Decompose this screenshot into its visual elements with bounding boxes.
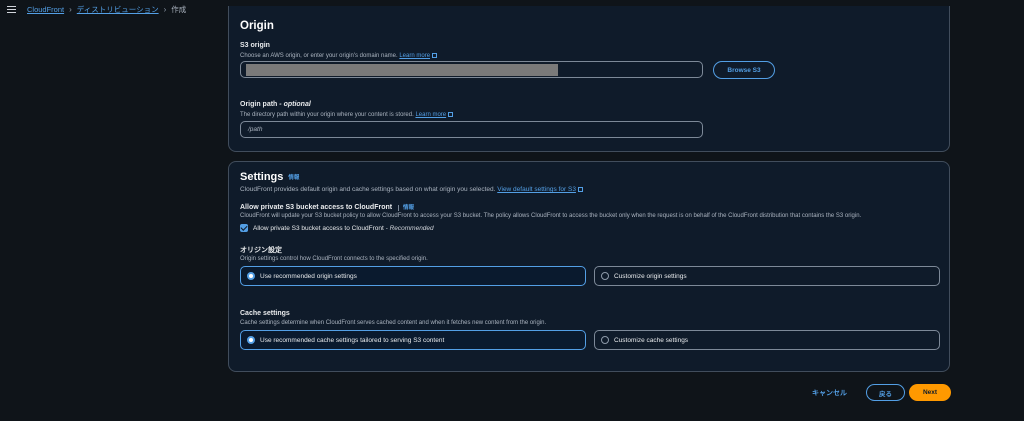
private-access-label: Allow private S3 bucket access to CloudF…: [240, 204, 415, 211]
s3-origin-description: Choose an AWS origin, or enter your orig…: [240, 52, 438, 59]
radio-icon: [601, 336, 609, 344]
radio-selected-icon: [247, 272, 255, 280]
external-link-icon: [577, 186, 583, 192]
settings-title: Settings 情報: [240, 171, 300, 183]
private-access-checkbox-label: Allow private S3 bucket access to CloudF…: [253, 225, 434, 232]
breadcrumb-distributions[interactable]: ディストリビューション: [77, 4, 159, 15]
chevron-right-icon: ›: [69, 5, 72, 14]
browse-s3-button[interactable]: Browse S3: [713, 61, 775, 79]
breadcrumb-cloudfront[interactable]: CloudFront: [27, 5, 64, 14]
cache-settings-label: Cache settings: [240, 310, 290, 317]
settings-description: CloudFront provides default origin and c…: [240, 186, 583, 193]
origin-path-label: Origin path - optional: [240, 101, 311, 108]
cache-settings-recommended-option[interactable]: Use recommended cache settings tailored …: [240, 330, 586, 350]
origin-settings-description: Origin settings control how CloudFront c…: [240, 256, 428, 262]
origin-title: Origin: [240, 20, 274, 32]
settings-panel: Settings 情報 CloudFront provides default …: [228, 161, 950, 372]
origin-settings-label: オリジン設定: [240, 247, 282, 254]
radio-icon: [601, 272, 609, 280]
origin-path-description: The directory path within your origin wh…: [240, 111, 454, 118]
chevron-right-icon: ›: [163, 5, 167, 14]
learn-more-link[interactable]: Learn more: [399, 53, 430, 59]
private-access-description: CloudFront will update your S3 bucket po…: [240, 213, 862, 219]
origin-settings-custom-option[interactable]: Customize origin settings: [594, 266, 940, 286]
cache-settings-description: Cache settings determine when CloudFront…: [240, 320, 547, 326]
external-link-icon: [432, 52, 438, 58]
origin-panel: Origin S3 origin Choose an AWS origin, o…: [228, 6, 950, 152]
option-label: Use recommended origin settings: [260, 272, 357, 280]
learn-more-link[interactable]: Learn more: [415, 112, 446, 118]
private-access-checkbox[interactable]: [240, 224, 248, 232]
next-button[interactable]: Next: [909, 384, 951, 401]
breadcrumb-current: 作成: [171, 5, 187, 14]
option-label: Customize origin settings: [614, 272, 687, 280]
s3-origin-label: S3 origin: [240, 42, 270, 49]
cancel-button[interactable]: キャンセル: [812, 388, 847, 398]
view-default-settings-link[interactable]: View default settings for S3: [497, 186, 576, 193]
origin-path-input[interactable]: /path: [240, 121, 703, 138]
info-link[interactable]: 情報: [398, 205, 415, 211]
info-link[interactable]: 情報: [288, 173, 299, 181]
cache-settings-custom-option[interactable]: Customize cache settings: [594, 330, 940, 350]
back-button[interactable]: 戻る: [866, 384, 905, 401]
redacted-domain: [246, 64, 558, 76]
origin-settings-recommended-option[interactable]: Use recommended origin settings: [240, 266, 586, 286]
option-label: Customize cache settings: [614, 336, 689, 344]
s3-origin-input[interactable]: [240, 61, 703, 78]
option-label: Use recommended cache settings tailored …: [260, 336, 445, 344]
menu-icon[interactable]: [7, 6, 16, 13]
external-link-icon: [448, 111, 454, 117]
radio-selected-icon: [247, 336, 255, 344]
